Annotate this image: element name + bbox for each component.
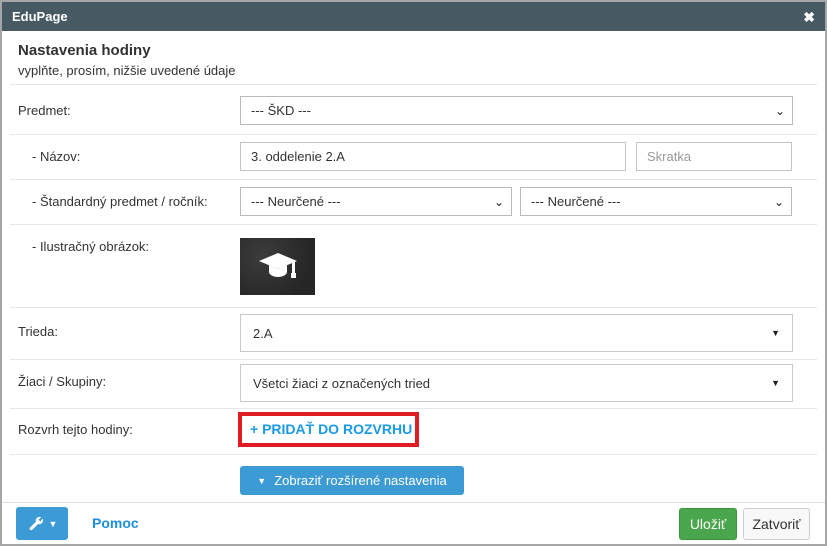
lesson-settings-dialog: EduPage ✖ Nastavenia hodiny vyplňte, pro… <box>0 0 827 546</box>
dropdown-arrow-icon: ▼ <box>771 328 780 338</box>
caret-down-icon: ▼ <box>257 476 266 486</box>
trieda-value: 2.A <box>253 326 273 341</box>
nazov-label: - Názov: <box>32 149 80 164</box>
divider <box>10 179 817 180</box>
illustration-image[interactable] <box>240 238 315 295</box>
obrazok-label: - Ilustračný obrázok: <box>32 239 149 254</box>
standardny-predmet-select[interactable]: --- Neurčené --- <box>240 187 512 216</box>
nazov-input[interactable] <box>240 142 626 171</box>
page-subtitle: vyplňte, prosím, nižšie uvedené údaje <box>18 63 236 78</box>
page-title: Nastavenia hodiny <box>18 42 151 59</box>
save-button[interactable]: Uložiť <box>679 508 737 540</box>
wrench-icon <box>27 515 44 532</box>
close-icon[interactable]: ✖ <box>803 10 815 24</box>
divider <box>10 307 817 308</box>
show-advanced-settings-button[interactable]: ▼ Zobraziť rozšírené nastavenia <box>240 466 464 495</box>
divider <box>2 502 825 503</box>
dropdown-arrow-icon: ▼ <box>771 378 780 388</box>
divider <box>10 359 817 360</box>
ziaci-label: Žiaci / Skupiny: <box>18 374 106 389</box>
standardny-rocnik-select[interactable]: --- Neurčené --- <box>520 187 792 216</box>
ziaci-dropdown[interactable]: Všetci žiaci z označených tried ▼ <box>240 364 793 402</box>
trieda-dropdown[interactable]: 2.A ▼ <box>240 314 793 352</box>
divider <box>10 454 817 455</box>
ziaci-value: Všetci žiaci z označených tried <box>253 376 430 391</box>
skratka-input[interactable] <box>636 142 792 171</box>
predmet-select-wrap: --- ŠKD --- ⌄ <box>240 96 793 125</box>
caret-down-icon: ▼ <box>49 519 58 529</box>
standardny-label: - Štandardný predmet / ročník: <box>32 194 208 209</box>
help-link[interactable]: Pomoc <box>92 515 139 531</box>
predmet-label: Predmet: <box>18 103 71 118</box>
advanced-button-label: Zobraziť rozšírené nastavenia <box>274 473 447 488</box>
add-to-timetable-link[interactable]: + PRIDAŤ DO ROZVRHU <box>250 421 412 437</box>
divider <box>10 134 817 135</box>
standardny-rocnik-select-wrap: --- Neurčené --- ⌄ <box>520 187 792 216</box>
close-button[interactable]: Zatvoriť <box>743 508 810 540</box>
title-bar: EduPage ✖ <box>2 2 825 31</box>
standardny-predmet-select-wrap: --- Neurčené --- ⌄ <box>240 187 512 216</box>
tools-menu-button[interactable]: ▼ <box>16 507 68 540</box>
divider <box>10 84 817 85</box>
graduation-cap-icon <box>255 247 301 287</box>
trieda-label: Trieda: <box>18 324 58 339</box>
predmet-select[interactable]: --- ŠKD --- <box>240 96 793 125</box>
divider <box>10 408 817 409</box>
rozvrh-label: Rozvrh tejto hodiny: <box>18 422 133 437</box>
divider <box>10 224 817 225</box>
app-title: EduPage <box>12 9 68 24</box>
